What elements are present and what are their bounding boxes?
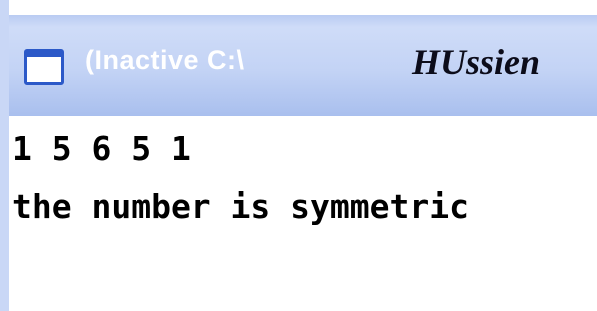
console-line-result: the number is symmetric <box>12 187 469 226</box>
console-line-numbers: 1 5 6 5 1 <box>12 129 191 168</box>
console-window-icon[interactable] <box>24 49 64 85</box>
title-overlay-text: HUssien <box>412 42 541 82</box>
window-left-border <box>0 0 9 311</box>
window-title: (Inactive C:\ <box>85 45 245 75</box>
console-window: (Inactive C:\ HUssien 1 5 6 5 1 the numb… <box>0 0 597 311</box>
console-output[interactable]: 1 5 6 5 1 the number is symmetric <box>10 127 597 311</box>
window-top-border <box>0 0 597 15</box>
title-bar[interactable]: (Inactive C:\ HUssien <box>0 15 597 116</box>
